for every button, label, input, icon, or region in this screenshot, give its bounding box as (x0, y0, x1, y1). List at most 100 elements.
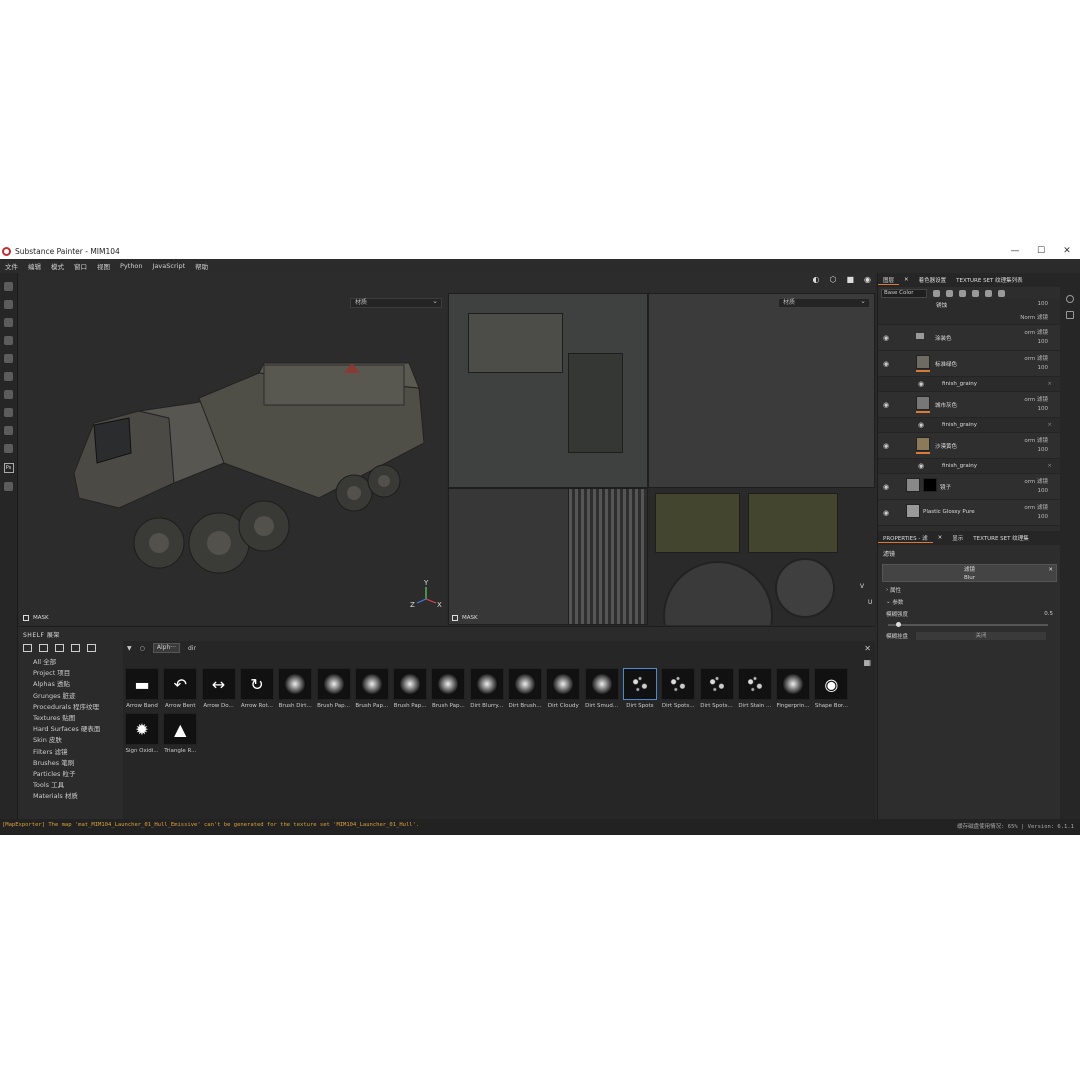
layer-row[interactable]: ◉ 沙漠黄色 orm 滤镜 100 (878, 433, 1060, 459)
layer-blend-mode[interactable]: orm 滤镜 (1024, 477, 1048, 485)
close-button[interactable]: ✕ (1054, 243, 1080, 259)
plugin-icon[interactable] (4, 444, 13, 453)
blur-intensity-slider[interactable] (888, 622, 1048, 627)
menu-view[interactable]: 视图 (97, 261, 110, 271)
shelf-item[interactable]: Dirt Spots... (661, 668, 696, 709)
close-icon[interactable]: ✕ (899, 277, 914, 283)
shelf-item[interactable]: Dirt Cloudy (546, 668, 581, 709)
layer-blend-mode[interactable]: orm 滤镜 (1024, 328, 1048, 336)
menu-edit[interactable]: 编辑 (28, 261, 41, 271)
tab-texture-set[interactable]: TEXTURE SET 纹理集 (968, 534, 1034, 542)
layer-row[interactable]: ◉ 镜子 orm 滤镜 100 (878, 474, 1060, 500)
layer-opacity[interactable]: 100 (1038, 339, 1049, 345)
shelf-item[interactable]: Brush Pap... (431, 668, 466, 709)
remove-effect-icon[interactable]: × (1047, 463, 1052, 469)
menu-window[interactable]: 窗口 (74, 261, 87, 271)
mask-checkbox-icon[interactable] (23, 615, 29, 621)
add-mask-icon[interactable] (946, 289, 953, 297)
viewport-2d-uv[interactable]: 材质 V U MASK (448, 293, 875, 625)
maximize-button[interactable]: ☐ (1028, 243, 1054, 259)
tab-shader-settings[interactable]: 着色器设置 (914, 276, 952, 284)
remove-effect-icon[interactable]: × (1047, 381, 1052, 387)
slider-handle[interactable] (896, 622, 901, 627)
shelf-item[interactable]: Brush Pap... (354, 668, 389, 709)
layer-opacity[interactable]: 100 (1038, 514, 1049, 520)
shelf-item[interactable]: Dirt Smud... (584, 668, 619, 709)
geometry-mask-icon[interactable] (4, 336, 13, 345)
shelf-category-item[interactable]: All 全部 (19, 657, 119, 668)
delete-layer-icon[interactable] (998, 289, 1005, 297)
open-icon[interactable] (87, 644, 96, 652)
menu-javascript[interactable]: JavaScript (153, 262, 186, 270)
menu-python[interactable]: Python (120, 262, 143, 270)
eye-icon[interactable]: ◉ (918, 462, 924, 470)
add-folder-icon[interactable] (985, 289, 992, 297)
photoshop-icon[interactable]: Ps (3, 463, 14, 473)
shelf-category-item[interactable]: Materials 材质 (19, 791, 119, 802)
effect-row[interactable]: ◉ finish_grainy × (878, 418, 1060, 433)
folder-icon[interactable] (23, 644, 32, 652)
layer-blend-mode[interactable]: orm 滤镜 (1024, 436, 1048, 444)
export-icon[interactable] (4, 482, 13, 491)
refresh-icon[interactable]: ○ (140, 645, 145, 652)
attributes-section[interactable]: › 属性 (878, 584, 1061, 596)
add-fill-icon[interactable] (959, 289, 966, 297)
blur-intensity-value[interactable]: 0.5 (1044, 611, 1053, 617)
tab-display[interactable]: 显示 (947, 534, 968, 542)
shelf-item[interactable]: ✹ Sign Oxidi... (125, 713, 159, 754)
layer-opacity[interactable]: 100 (1038, 365, 1049, 371)
projection-icon[interactable] (4, 318, 13, 327)
layer-row[interactable]: ◉ 城市灰色 orm 滤镜 100 (878, 392, 1060, 418)
import-icon[interactable] (55, 644, 64, 652)
filter-icon[interactable]: ▼ (127, 645, 132, 652)
layer-blend-mode[interactable]: orm 滤镜 (1024, 354, 1048, 362)
video-icon[interactable]: ■ (846, 275, 854, 284)
shelf-item[interactable]: Dirt Brush... (508, 668, 542, 709)
menu-help[interactable]: 帮助 (195, 261, 208, 271)
layer-blend-mode[interactable]: orm 滤镜 (1024, 395, 1048, 403)
shelf-item[interactable]: ↔ Arrow Do... (201, 668, 236, 709)
shelf-category-item[interactable]: Particles 粒子 (19, 769, 119, 780)
eye-icon[interactable]: ◉ (883, 401, 889, 409)
history-icon[interactable] (1066, 295, 1074, 303)
camera-icon[interactable]: ◐ (812, 275, 819, 284)
shelf-item[interactable]: ↻ Arrow Rot... (239, 668, 274, 709)
eye-icon[interactable]: ◉ (883, 334, 889, 342)
menu-file[interactable]: 文件 (5, 261, 18, 271)
effect-row[interactable]: ◉ finish_grainy × (878, 459, 1060, 474)
eye-icon[interactable]: ◉ (883, 483, 889, 491)
parameters-section[interactable]: ⌄ 参数 (878, 596, 1061, 608)
settings-icon[interactable] (4, 408, 13, 417)
log-icon[interactable] (1066, 311, 1074, 319)
shelf-item[interactable]: Brush Dirt... (278, 668, 313, 709)
layer-opacity[interactable]: 100 (1038, 301, 1049, 307)
layer-blend-mode[interactable]: Norm 滤镜 (1020, 313, 1048, 321)
eye-icon[interactable]: ◉ (918, 380, 924, 388)
layer-opacity[interactable]: 100 (1038, 488, 1049, 494)
shelf-category-item[interactable]: Filters 滤镜 (19, 747, 119, 758)
shelf-category-item[interactable]: Hard Surfaces 硬表面 (19, 724, 119, 735)
effect-row[interactable]: ◉ finish_grainy × (878, 377, 1060, 392)
clone-icon[interactable] (4, 372, 13, 381)
layer-row[interactable]: ◉ 涂装色 orm 滤镜 100 (878, 325, 1060, 351)
mask-toggle-3d[interactable]: MASK (23, 615, 49, 621)
close-icon[interactable]: ✕ (933, 535, 948, 541)
hide-icon[interactable] (71, 644, 80, 652)
shelf-category-item[interactable]: Skin 皮肤 (19, 735, 119, 746)
eye-icon[interactable]: ◉ (883, 360, 889, 368)
cube-icon[interactable]: ⬡ (829, 275, 836, 284)
viewport-2d-mode-dropdown[interactable]: 材质 (778, 297, 870, 308)
shelf-category-item[interactable]: Brushes 笔刷 (19, 758, 119, 769)
eye-icon[interactable]: ◉ (883, 509, 889, 517)
eye-icon[interactable]: ◉ (918, 421, 924, 429)
tab-texture-set-list[interactable]: TEXTURE SET 纹理集列表 (951, 276, 1028, 284)
shelf-category-item[interactable]: Alphas 透贴 (19, 679, 119, 690)
close-icon[interactable]: ✕ (1048, 566, 1053, 574)
search-filter-chip[interactable]: Alph··· (152, 643, 180, 653)
shelf-category-item[interactable]: Tools 工具 (19, 780, 119, 791)
shelf-item[interactable]: ◉ Shape Bor... (814, 668, 849, 709)
filter-selector[interactable]: 滤镜 Blur ✕ (882, 564, 1057, 582)
shelf-item[interactable]: ▲ Triangle R... (163, 713, 198, 754)
shelf-item[interactable]: Fingerprin... (776, 668, 811, 709)
grid-view-icon[interactable]: ▦ (863, 658, 871, 667)
